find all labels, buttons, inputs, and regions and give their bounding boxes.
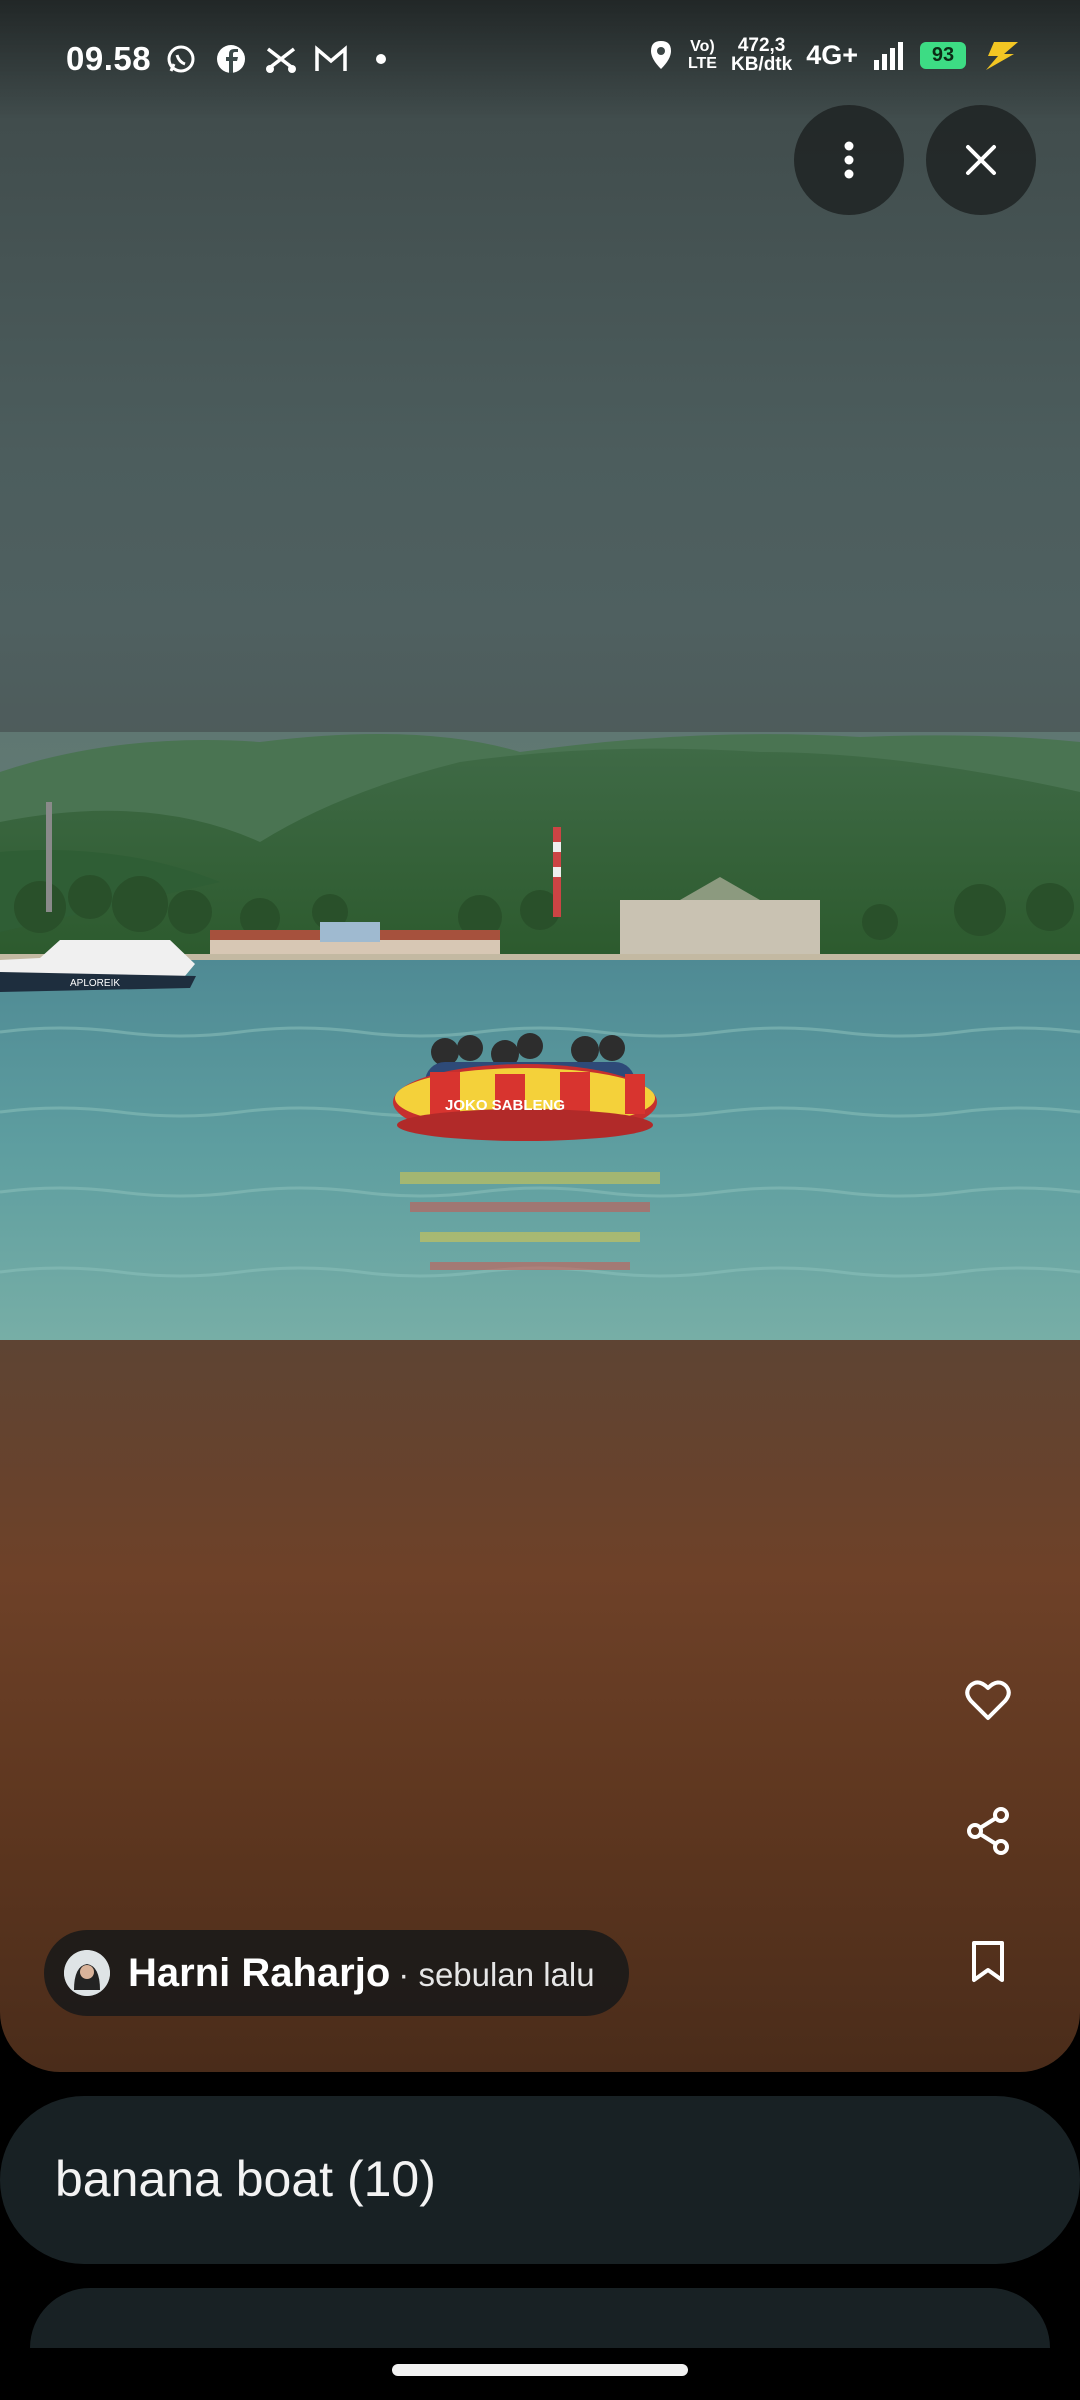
status-time: 09.58	[66, 40, 152, 77]
charging-icon	[986, 42, 1018, 70]
location-icon	[650, 41, 671, 69]
close-icon	[966, 145, 996, 175]
album-card[interactable]: banana boat (10)	[0, 2096, 1080, 2264]
photo-viewer: 09.58 Vo) LTE 472,3 KB/dtk 4G+ 93 APLORE…	[0, 0, 1080, 2072]
volte-indicator: Vo) LTE	[688, 38, 717, 72]
whatsapp-icon	[164, 42, 198, 76]
gmail-icon	[314, 42, 348, 76]
author-chip[interactable]: Harni Raharjo · sebulan lalu	[44, 1930, 629, 2016]
heart-icon	[965, 1680, 1011, 1720]
post-time: · sebulan lalu	[398, 1955, 595, 1993]
dot-icon	[364, 42, 398, 76]
volte-line1: Vo)	[690, 38, 715, 55]
bookmark-icon	[972, 1941, 1004, 1982]
status-bar: 09.58 Vo) LTE 472,3 KB/dtk 4G+ 93	[0, 0, 1080, 120]
network-type: 4G+	[806, 39, 858, 70]
speed-unit: KB/dtk	[730, 54, 793, 75]
like-button[interactable]	[952, 1678, 1024, 1722]
album-label: banana boat (10)	[55, 2151, 436, 2207]
notification-icons	[164, 42, 398, 76]
bookmark-button[interactable]	[952, 1940, 1024, 1984]
author-name: Harni Raharjo	[128, 1950, 391, 1995]
next-card[interactable]	[30, 2288, 1050, 2348]
close-button[interactable]	[926, 105, 1036, 215]
avatar	[64, 1950, 110, 1996]
share-icon	[967, 1807, 1009, 1855]
yacht-label: APLOREIK	[70, 978, 120, 989]
speed-value: 472,3	[737, 35, 786, 56]
navigation-handle[interactable]	[392, 2364, 688, 2376]
share-button[interactable]	[952, 1806, 1024, 1856]
more-vert-icon	[844, 141, 854, 179]
boat-label: JOKO SABLENG	[445, 1097, 565, 1114]
battery-level: 93	[920, 41, 966, 69]
network-speed: 472,3 KB/dtk	[731, 36, 792, 74]
more-options-button[interactable]	[794, 105, 904, 215]
status-right: Vo) LTE 472,3 KB/dtk 4G+ 93	[648, 36, 1020, 74]
volte-line2: LTE	[687, 55, 717, 72]
facebook-icon	[214, 42, 248, 76]
signal-icon	[874, 42, 903, 70]
app-icon	[264, 42, 298, 76]
photo-image[interactable]: APLOREIK JOKO SABLENG	[0, 732, 1080, 1340]
